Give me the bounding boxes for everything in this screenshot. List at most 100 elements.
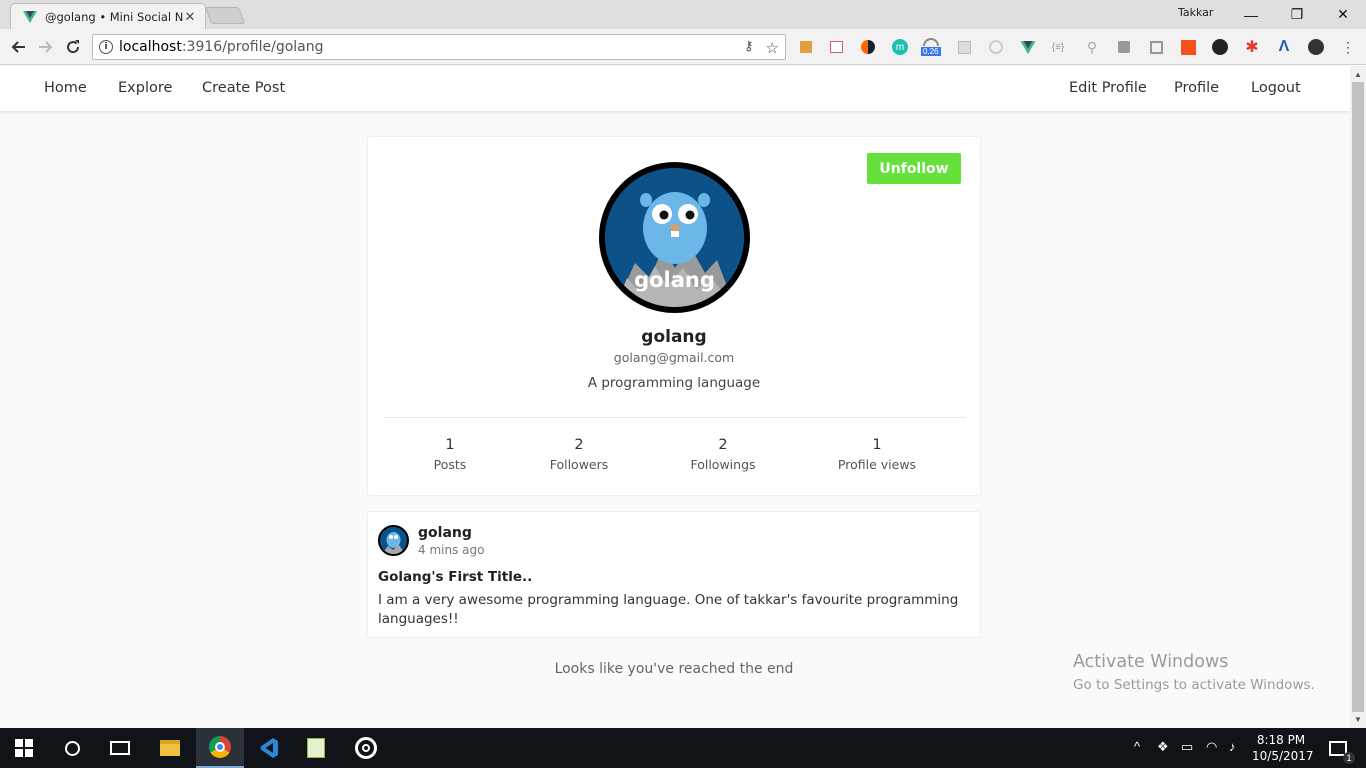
file-explorer-icon[interactable]: [146, 728, 194, 768]
golang-logo-text: golang: [634, 268, 715, 292]
extension-speed-icon[interactable]: 0.26: [921, 37, 941, 57]
clock-date: 10/5/2017: [1252, 749, 1314, 763]
profile-card: Unfollow golang golang golang@gmail.com …: [367, 136, 981, 496]
profile-bio: A programming language: [587, 375, 761, 391]
post-body: I am a very awesome programming language…: [378, 592, 959, 627]
windows-taskbar: ^ ❖ ▭ ◠ ♪ 8:18 PM 10/5/2017 1: [0, 728, 1366, 768]
magnifier-extension-icon[interactable]: ⚲: [1082, 37, 1102, 57]
stat-followers[interactable]: 2 Followers: [539, 437, 619, 472]
new-tab-button[interactable]: [204, 7, 246, 24]
scroll-up-icon[interactable]: ▲: [1354, 70, 1362, 79]
browser-profile-name[interactable]: Takkar: [1178, 6, 1213, 19]
scrollbar-thumb[interactable]: [1352, 82, 1364, 712]
volume-icon[interactable]: ♪: [1229, 739, 1236, 754]
github-octocat-icon[interactable]: [1306, 37, 1326, 57]
window-close-icon[interactable]: ✕: [1320, 0, 1366, 29]
stat-profile-views: 1 Profile views: [822, 437, 932, 472]
cortana-search-icon[interactable]: [48, 728, 96, 768]
extension-star-icon[interactable]: ✱: [1242, 37, 1262, 57]
scroll-down-icon[interactable]: ▼: [1354, 715, 1362, 724]
key-icon[interactable]: ⚷: [744, 39, 754, 57]
target-app-icon[interactable]: [342, 728, 390, 768]
reload-icon[interactable]: [61, 35, 85, 59]
extension-gray-icon[interactable]: [1114, 37, 1134, 57]
extension-folder-icon[interactable]: [796, 37, 816, 57]
gopher-avatar-icon: [380, 527, 407, 554]
extension-grid-icon[interactable]: [954, 37, 974, 57]
vscode-taskbar-icon[interactable]: [244, 728, 292, 768]
post-card: golang 4 mins ago Golang's First Title..…: [367, 511, 981, 638]
vue-favicon-icon: [23, 10, 37, 24]
post-timestamp: 4 mins ago: [418, 543, 485, 557]
github-icon[interactable]: [1210, 37, 1230, 57]
stat-followings-label: Followings: [690, 457, 756, 472]
tab-close-icon[interactable]: ✕: [183, 9, 197, 25]
action-center-icon[interactable]: 1: [1318, 728, 1358, 768]
extension-target-icon[interactable]: [986, 37, 1006, 57]
extension-m-icon[interactable]: m: [890, 37, 910, 57]
nav-explore[interactable]: Explore: [118, 80, 172, 96]
notepad-plus-plus-icon[interactable]: [292, 728, 340, 768]
tab-title: @golang • Mini Social N: [45, 9, 183, 24]
extension-lambda-icon[interactable]: Λ: [1274, 37, 1294, 57]
vue-devtools-icon[interactable]: [1018, 37, 1038, 57]
post-avatar[interactable]: [378, 525, 409, 556]
extension-box-icon[interactable]: [1146, 37, 1166, 57]
extension-orange-icon[interactable]: [1178, 37, 1198, 57]
url-path: :3916/profile/golang: [181, 39, 324, 55]
chrome-taskbar-icon[interactable]: [196, 728, 244, 768]
stats-divider: [384, 417, 966, 418]
address-bar[interactable]: i localhost:3916/profile/golang ⚷ ☆: [92, 34, 786, 60]
profile-email: golang@gmail.com: [613, 350, 735, 365]
show-hidden-icons-icon[interactable]: ^: [1134, 739, 1140, 754]
web-page: Home Explore Create Post Edit Profile Pr…: [0, 66, 1350, 728]
stat-profile-views-value: 1: [872, 437, 882, 453]
stat-posts-value: 1: [445, 437, 455, 453]
end-of-feed-message: Looks like you've reached the end: [554, 661, 794, 677]
windows-start-icon[interactable]: [0, 728, 48, 768]
stat-followers-label: Followers: [549, 457, 609, 472]
stat-posts-label: Posts: [433, 457, 467, 472]
bookmark-star-icon[interactable]: ☆: [766, 39, 779, 57]
task-view-icon[interactable]: [96, 728, 144, 768]
url-host: localhost: [119, 39, 182, 55]
stat-followings[interactable]: 2 Followings: [678, 437, 768, 472]
page-scrollbar[interactable]: ▲ ▼: [1350, 66, 1366, 728]
nav-profile[interactable]: Profile: [1174, 80, 1219, 96]
app-navbar: Home Explore Create Post Edit Profile Pr…: [0, 66, 1350, 111]
stat-profile-views-label: Profile views: [837, 457, 917, 472]
forward-icon[interactable]: [34, 35, 58, 59]
browser-tab-bar: @golang • Mini Social N ✕ Takkar — ❐ ✕: [0, 0, 1366, 29]
profile-avatar: golang: [599, 162, 750, 313]
json-formatter-icon[interactable]: {≡}: [1048, 37, 1068, 57]
wifi-icon[interactable]: ◠: [1206, 739, 1217, 755]
dropbox-icon[interactable]: ❖: [1157, 739, 1169, 755]
nav-home[interactable]: Home: [44, 80, 87, 96]
clock-time: 8:18 PM: [1256, 733, 1306, 747]
watermark-title: Activate Windows: [1073, 652, 1229, 672]
stat-followers-value: 2: [574, 437, 584, 453]
post-username[interactable]: golang: [418, 525, 472, 541]
stat-posts[interactable]: 1 Posts: [420, 437, 480, 472]
restore-icon[interactable]: ❐: [1274, 0, 1320, 29]
site-info-icon[interactable]: i: [99, 40, 113, 54]
nav-logout[interactable]: Logout: [1251, 80, 1301, 96]
activate-windows-watermark: Activate Windows Go to Settings to activ…: [1073, 652, 1315, 693]
browser-tab[interactable]: @golang • Mini Social N ✕: [10, 3, 206, 29]
stat-followings-value: 2: [718, 437, 728, 453]
profile-username: golang: [641, 327, 707, 347]
nav-edit-profile[interactable]: Edit Profile: [1069, 80, 1147, 96]
minimize-icon[interactable]: —: [1228, 0, 1274, 29]
back-icon[interactable]: [6, 35, 30, 59]
taskbar-clock[interactable]: 8:18 PM 10/5/2017: [1252, 732, 1314, 764]
post-title: Golang's First Title..: [378, 569, 533, 585]
chrome-menu-icon[interactable]: ⋮: [1338, 37, 1358, 57]
extension-half-circle-icon[interactable]: [858, 37, 878, 57]
notification-count: 1: [1343, 751, 1355, 764]
nav-create-post[interactable]: Create Post: [202, 80, 285, 96]
browser-toolbar: i localhost:3916/profile/golang ⚷ ☆ m 0.…: [0, 29, 1366, 65]
extension-page-icon[interactable]: [826, 37, 846, 57]
watermark-subtitle: Go to Settings to activate Windows.: [1073, 677, 1315, 693]
battery-icon[interactable]: ▭: [1181, 739, 1193, 755]
unfollow-button[interactable]: Unfollow: [867, 153, 961, 184]
